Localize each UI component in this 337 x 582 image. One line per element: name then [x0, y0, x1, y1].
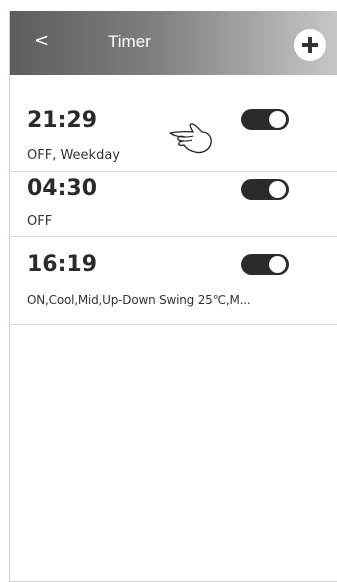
header-bar: < Timer	[10, 11, 337, 75]
toggle-knob	[269, 256, 286, 273]
timer-description: OFF	[27, 214, 53, 229]
back-button[interactable]: <	[34, 31, 49, 51]
hand-pointer-icon	[169, 123, 212, 154]
toggle-knob	[269, 111, 286, 128]
add-timer-button[interactable]	[294, 29, 326, 61]
timer-description: ON,Cool,Mid,Up-Down Swing 25℃,M...	[27, 293, 251, 307]
timer-screen: < Timer 21:29 OFF, Weekday 04:30 OFF 16:…	[9, 11, 337, 582]
timer-time: 21:29	[27, 108, 98, 133]
timer-toggle[interactable]	[241, 179, 289, 200]
timer-time: 04:30	[27, 176, 98, 201]
page-title: Timer	[108, 32, 151, 51]
timer-item-3[interactable]: 16:19 ON,Cool,Mid,Up-Down Swing 25℃,M...	[10, 237, 337, 325]
toggle-knob	[269, 181, 286, 198]
timer-toggle[interactable]	[241, 254, 289, 275]
timer-toggle[interactable]	[241, 109, 289, 130]
timer-description: OFF, Weekday	[27, 148, 120, 163]
plus-icon	[302, 37, 318, 53]
timer-item-2[interactable]: 04:30 OFF	[10, 172, 337, 237]
timer-time: 16:19	[27, 252, 98, 277]
